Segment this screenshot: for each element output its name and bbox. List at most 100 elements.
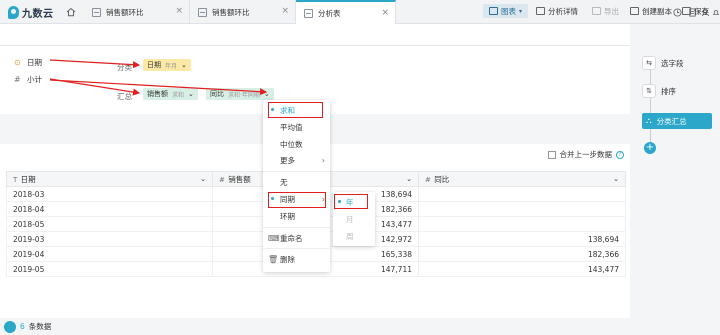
save-icon <box>682 7 691 15</box>
table-icon <box>92 7 101 17</box>
close-icon[interactable]: × <box>175 7 183 16</box>
step-sort[interactable]: ⇅ 排序 <box>642 84 676 98</box>
highlight-sum <box>268 102 323 118</box>
chevron-down-icon[interactable]: ⌄ <box>188 90 194 98</box>
export-button[interactable]: 导出 <box>592 4 619 18</box>
export-icon <box>592 7 601 15</box>
submenu-item-month[interactable]: 月 <box>333 211 375 227</box>
menu-divider <box>263 171 330 172</box>
step-select-fields[interactable]: ⇆ 选字段 <box>642 56 684 70</box>
table-icon <box>198 7 207 17</box>
menu-item-none[interactable]: 无 <box>263 174 330 190</box>
close-icon[interactable]: × <box>381 9 389 18</box>
cell-yoy: 143,477 <box>418 261 626 277</box>
merge-checkbox[interactable] <box>547 150 556 159</box>
create-copy-button[interactable]: 创建副本 <box>630 4 672 18</box>
menu-item-delete[interactable]: 🗑 删除 <box>263 251 330 267</box>
chevron-down-icon[interactable]: ⌄ <box>264 90 270 98</box>
field-label: 日期 <box>27 58 42 67</box>
cell-date: 2019-04 <box>6 246 213 262</box>
chevron-down-icon[interactable]: ⌄ <box>181 61 187 69</box>
menu-item-label: 中位数 <box>280 139 303 149</box>
app-logo: 九数云 <box>8 4 54 20</box>
submenu-item-label: 周 <box>346 231 354 241</box>
save-label: 保存 <box>694 6 709 16</box>
tab-sales-mom-2[interactable]: 销售额环比 × <box>190 0 296 24</box>
create-copy-label: 创建副本 <box>642 6 672 16</box>
analysis-detail-label: 分析详情 <box>548 6 578 16</box>
cell-yoy <box>418 201 626 217</box>
cell-yoy: 182,366 <box>418 246 626 262</box>
group-summary-icon: ⛬ <box>646 116 652 125</box>
menu-item-label: 更多 <box>280 155 295 165</box>
bell-icon[interactable] <box>712 8 720 17</box>
menu-item-label: 平均值 <box>280 122 303 132</box>
add-step-button[interactable]: + <box>644 142 656 154</box>
date-field-icon: ⊙ <box>14 58 21 67</box>
summary-label: 汇总 <box>117 92 132 101</box>
caret-down-icon: ▾ <box>519 7 523 15</box>
chart-button-label: 图表 <box>501 6 516 16</box>
chart-icon <box>489 7 498 15</box>
menu-item-label: 删除 <box>280 254 295 264</box>
row-count: 6 <box>20 322 25 331</box>
cell-date: 2018-03 <box>6 186 213 202</box>
tab-analysis-table[interactable]: 分析表 × <box>296 0 396 24</box>
chip-name: 同比 <box>210 90 224 98</box>
chip-name: 日期 <box>147 61 161 69</box>
merge-prev-step[interactable]: 合并上一步数据 ? <box>547 149 624 160</box>
text-type-icon: T <box>13 175 18 184</box>
home-icon[interactable] <box>66 7 76 17</box>
number-type-icon: # <box>425 175 431 184</box>
menu-item-median[interactable]: 中位数 <box>263 136 330 152</box>
chevron-down-icon[interactable]: ⌄ <box>613 175 619 183</box>
field-date[interactable]: ⊙ 日期 <box>14 57 42 68</box>
column-name: 日期 <box>20 174 36 184</box>
close-icon[interactable]: × <box>281 7 289 16</box>
aggregate-menu: 求和 平均值 中位数 更多 › 无 同期 › 环期 ⌨ 重命名 🗑 删除 <box>263 100 330 272</box>
save-button[interactable]: 保存 <box>682 4 709 18</box>
chevron-down-icon[interactable]: ⌄ <box>406 175 412 183</box>
assistant-icon[interactable] <box>4 320 16 333</box>
highlight-year <box>334 194 368 209</box>
analysis-detail-button[interactable]: 分析详情 <box>536 4 578 18</box>
submenu-item-week[interactable]: 周 <box>333 228 375 244</box>
tab-label: 销售额环比 <box>212 7 250 17</box>
menu-item-more[interactable]: 更多 › <box>263 152 330 168</box>
copy-icon <box>630 7 639 15</box>
field-subtotal[interactable]: # 小计 <box>14 74 42 85</box>
menu-divider <box>263 227 330 228</box>
cell-date: 2018-04 <box>6 201 213 217</box>
group-date-chip[interactable]: 日期 年月 ⌄ <box>143 59 191 71</box>
step-label: 选字段 <box>661 58 684 68</box>
help-icon[interactable]: ? <box>616 150 624 159</box>
chevron-down-icon[interactable]: ⌄ <box>200 175 206 183</box>
clock-icon[interactable] <box>673 8 682 17</box>
column-header-date[interactable]: T 日期 ⌄ <box>6 171 213 187</box>
cell-yoy <box>418 216 626 232</box>
column-header-yoy[interactable]: # 同比 ⌄ <box>418 171 626 187</box>
column-name: 同比 <box>434 174 450 184</box>
chip-sub: 年月 <box>165 62 178 70</box>
trash-icon: 🗑 <box>268 254 279 264</box>
summary-sales-chip[interactable]: 销售额 求和 ⌄ <box>143 88 198 100</box>
chip-sub: 求和 <box>172 91 185 99</box>
cell-yoy: 138,694 <box>418 231 626 247</box>
tab-label: 销售额环比 <box>106 7 144 17</box>
menu-item-average[interactable]: 平均值 <box>263 119 330 135</box>
tab-sales-mom-1[interactable]: 销售额环比 × <box>84 0 190 24</box>
summary-yoy-chip[interactable]: 同比 求和·年同期 ⌄ <box>206 88 274 100</box>
number-field-icon: # <box>14 75 21 84</box>
group-label: 分类 <box>117 63 132 72</box>
tab-label: 分析表 <box>318 8 341 18</box>
menu-item-label: 环期 <box>280 211 295 221</box>
step-group-summary[interactable]: ⛬ 分类汇总 <box>642 113 712 129</box>
menu-divider <box>263 248 330 249</box>
menu-item-rename[interactable]: ⌨ 重命名 <box>263 230 330 246</box>
chart-button[interactable]: 图表 ▾ <box>483 4 529 18</box>
highlight-same-period <box>268 192 326 208</box>
cell-date: 2019-05 <box>6 261 213 277</box>
logo-icon <box>8 5 19 19</box>
menu-item-prev-period[interactable]: 环期 <box>263 208 330 224</box>
status-bar: 6 条数据 <box>0 318 630 335</box>
